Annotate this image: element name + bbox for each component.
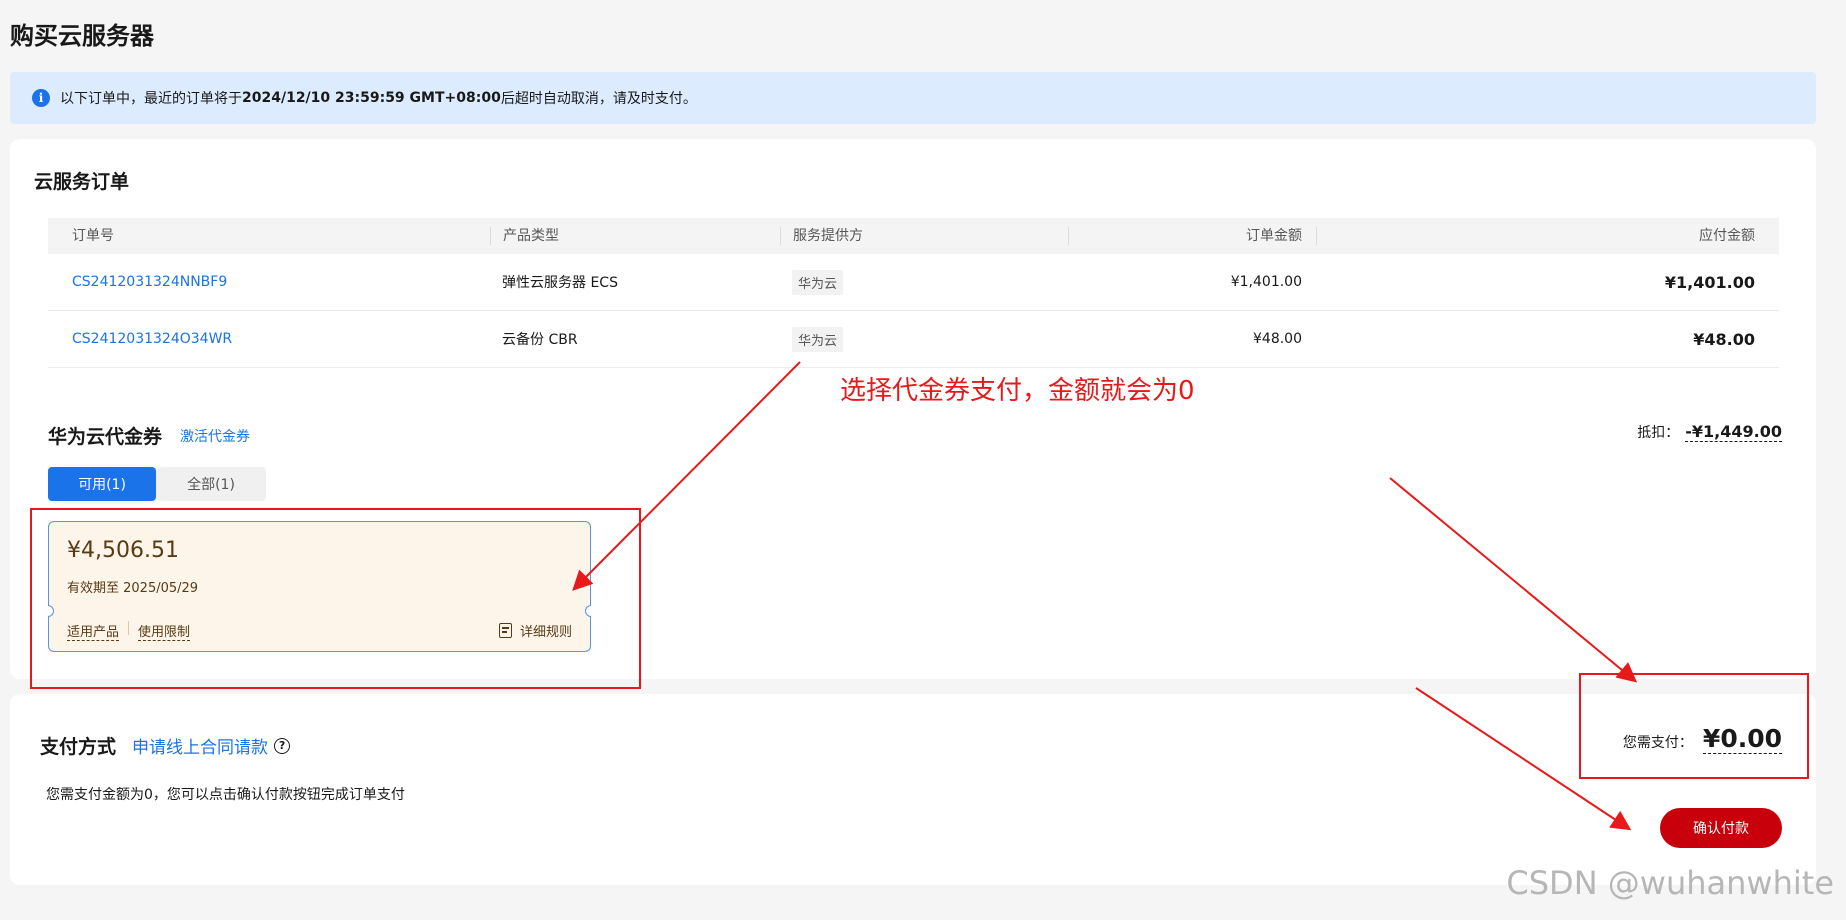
watermark: CSDN @wuhanwhite bbox=[1506, 864, 1834, 902]
annotation-arrows bbox=[572, 361, 1638, 831]
annotation-arrow bbox=[1389, 477, 1638, 683]
annotation-arrow bbox=[572, 361, 801, 591]
page: 购买云服务器 i 以下订单中，最近的订单将于 2024/12/10 23:59:… bbox=[0, 0, 1846, 920]
annotation-arrow bbox=[1415, 687, 1632, 831]
